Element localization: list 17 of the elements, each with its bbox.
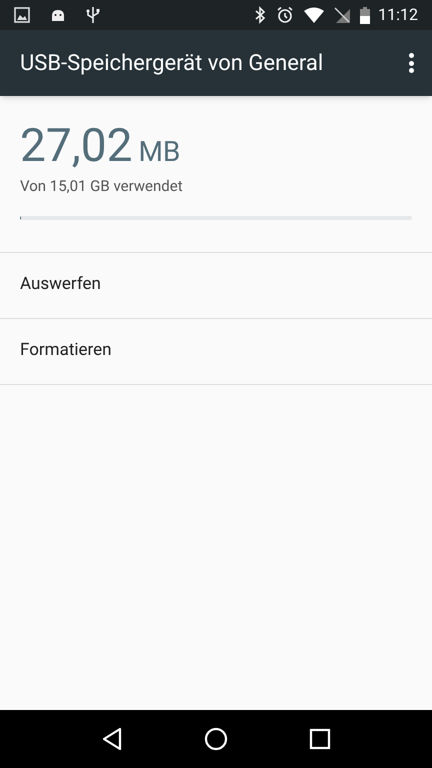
no-sim-icon — [334, 7, 350, 23]
image-icon — [14, 7, 30, 23]
wifi-icon — [304, 7, 324, 23]
menu-item[interactable]: Formatieren — [0, 318, 432, 384]
bluetooth-icon — [254, 6, 266, 24]
recents-icon[interactable] — [309, 728, 332, 750]
storage-unit: MB — [138, 134, 180, 170]
usb-icon — [86, 6, 100, 24]
storage-caption: Von 15,01 GB verwendet — [20, 176, 184, 197]
home-icon[interactable] — [204, 727, 228, 751]
battery-icon — [360, 6, 370, 24]
menu-item[interactable]: Auswerfen — [0, 252, 432, 318]
status-time: 11:12 — [378, 4, 418, 26]
back-icon[interactable] — [100, 727, 123, 751]
app-bar-title: USB-Speichergerät von General — [20, 50, 324, 78]
alarm-icon — [276, 6, 294, 24]
storage-amount: 27,02 — [20, 120, 132, 172]
